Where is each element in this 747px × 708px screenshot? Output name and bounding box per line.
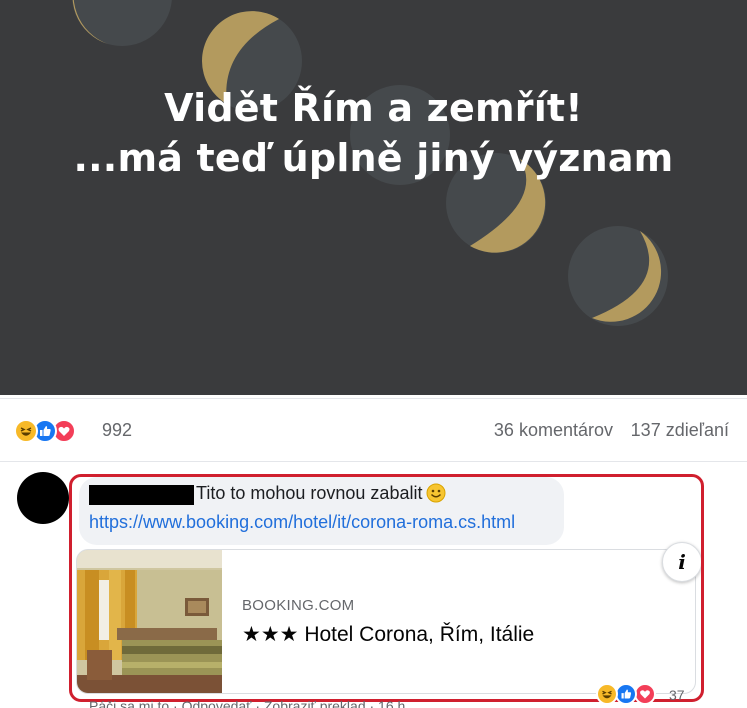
- shares-count-link[interactable]: 137 zdieľaní: [631, 420, 729, 441]
- post-image[interactable]: Vidět Řím a zemřít! ...má teď úplně jiný…: [0, 0, 747, 395]
- comment-text: Tito to mohou rovnou zabalit: [196, 483, 446, 508]
- hotel-room-thumbnail: [77, 550, 222, 693]
- haha-icon: [14, 419, 38, 443]
- haha-icon: [596, 683, 618, 705]
- headline-line-2: ...má teď úplně jiný význam: [73, 136, 674, 180]
- redacted-commenter-name[interactable]: [89, 485, 194, 505]
- comment-reaction-icons[interactable]: [596, 683, 666, 705]
- moon-phase-1: [72, 0, 172, 46]
- love-icon: [634, 683, 656, 705]
- reaction-count[interactable]: 992: [102, 420, 132, 441]
- card-source-domain: BOOKING.COM: [242, 597, 355, 614]
- comment-reaction-count[interactable]: 37: [669, 687, 685, 703]
- reaction-icons[interactable]: [14, 419, 98, 443]
- headline-line-1: Vidět Řím a zemřít!: [164, 86, 583, 130]
- comments-count-link[interactable]: 36 komentárov: [494, 420, 613, 441]
- moon-phases-graphic: [72, 0, 668, 326]
- comment-text-content: Tito to mohou rovnou zabalit: [196, 483, 423, 503]
- like-icon: [615, 683, 637, 705]
- comment-actions[interactable]: Páči sa mi to · Odpovedať · Zobraziť pre…: [89, 698, 405, 708]
- moon-phase-5: [568, 226, 668, 326]
- link-preview-card[interactable]: BOOKING.COM ★★★ Hotel Corona, Řím, Itáli…: [76, 549, 696, 694]
- smiley-emoji-icon: [426, 483, 446, 508]
- post-headline: Vidět Řím a zemřít! ...má teď úplně jiný…: [0, 83, 747, 183]
- comment-link[interactable]: https://www.booking.com/hotel/it/corona-…: [89, 512, 515, 533]
- info-button[interactable]: i: [662, 542, 702, 582]
- avatar[interactable]: [17, 472, 69, 524]
- reactions-bar: 992 36 komentárov 137 zdieľaní: [0, 398, 747, 462]
- comment-bubble: Tito to mohou rovnou zabalit https://www…: [79, 477, 564, 545]
- card-title[interactable]: ★★★ Hotel Corona, Řím, Itálie: [242, 622, 534, 647]
